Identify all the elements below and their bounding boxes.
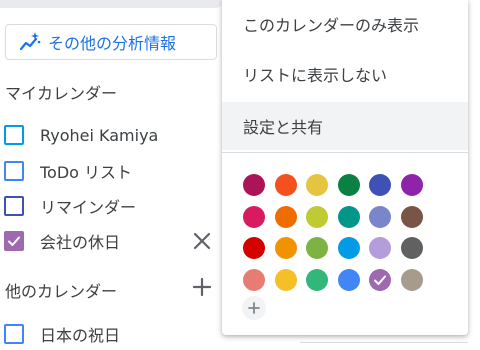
menu-item-hide-from-list[interactable]: リストに表示しない — [222, 50, 468, 98]
top-strip — [0, 0, 222, 8]
color-swatch[interactable] — [369, 174, 391, 196]
calendar-item-company-holidays[interactable]: 会社の休日 — [4, 225, 120, 257]
calendar-item-todo[interactable]: ToDo リスト — [4, 155, 132, 187]
calendar-checkbox[interactable] — [4, 324, 24, 344]
color-swatch[interactable] — [400, 174, 423, 196]
more-insights-button[interactable]: その他の分析情報 — [5, 24, 217, 60]
other-calendars-title[interactable]: 他のカレンダー — [5, 278, 117, 302]
color-swatch[interactable] — [337, 205, 360, 228]
calendar-label: 会社の休日 — [40, 233, 121, 252]
menu-divider — [222, 152, 468, 153]
calendar-item-japan-holidays[interactable]: 日本の祝日 — [4, 318, 120, 350]
custom-color-button[interactable] — [242, 296, 266, 320]
color-swatch[interactable] — [306, 237, 328, 259]
more-insights-label: その他の分析情報 — [48, 34, 177, 53]
color-swatch[interactable] — [274, 205, 297, 228]
color-swatch[interactable] — [337, 237, 360, 259]
calendar-label: 日本の祝日 — [40, 326, 121, 345]
color-swatch[interactable] — [274, 174, 297, 196]
calendar-options-menu: このカレンダーのみ表示 リストに表示しない 設定と共有 — [222, 0, 468, 335]
calendar-checkbox[interactable] — [4, 161, 24, 181]
color-swatch[interactable] — [369, 268, 391, 291]
check-icon — [374, 275, 386, 285]
color-swatch[interactable] — [274, 268, 297, 291]
calendar-label: ToDo リスト — [40, 163, 133, 182]
close-icon[interactable] — [191, 230, 213, 252]
calendar-checkbox[interactable] — [4, 125, 24, 145]
calendar-label: リマインダー — [40, 198, 137, 217]
calendar-item-ryohei[interactable]: Ryohei Kamiya — [4, 119, 158, 151]
menu-item-settings-and-sharing[interactable]: 設定と共有 — [222, 102, 468, 150]
color-swatch[interactable] — [243, 268, 265, 291]
color-swatch[interactable] — [243, 205, 265, 228]
calendar-checkbox[interactable] — [4, 231, 24, 251]
plus-icon — [248, 302, 260, 314]
color-swatch[interactable] — [369, 237, 391, 259]
color-swatch[interactable] — [337, 268, 360, 291]
my-calendars-title[interactable]: マイカレンダー — [5, 80, 117, 104]
color-swatch[interactable] — [306, 205, 328, 228]
sparkle-chart-icon — [19, 32, 41, 51]
color-swatch[interactable] — [369, 205, 391, 228]
color-swatch[interactable] — [400, 205, 423, 228]
color-swatch[interactable] — [306, 268, 328, 291]
background-area — [468, 0, 480, 350]
color-swatch[interactable] — [400, 237, 423, 259]
calendar-label: Ryohei Kamiya — [40, 125, 159, 145]
color-swatch[interactable] — [274, 237, 297, 259]
plus-icon[interactable] — [191, 276, 213, 298]
menu-item-display-only-this[interactable]: このカレンダーのみ表示 — [222, 0, 468, 48]
background-divider — [300, 342, 480, 343]
calendar-checkbox[interactable] — [4, 196, 24, 216]
color-swatch[interactable] — [243, 237, 265, 259]
color-swatch[interactable] — [337, 174, 360, 196]
color-swatch[interactable] — [400, 268, 423, 291]
check-icon — [8, 236, 20, 246]
color-swatch[interactable] — [243, 174, 265, 196]
color-swatch[interactable] — [306, 174, 328, 196]
calendar-item-reminders[interactable]: リマインダー — [4, 190, 136, 222]
